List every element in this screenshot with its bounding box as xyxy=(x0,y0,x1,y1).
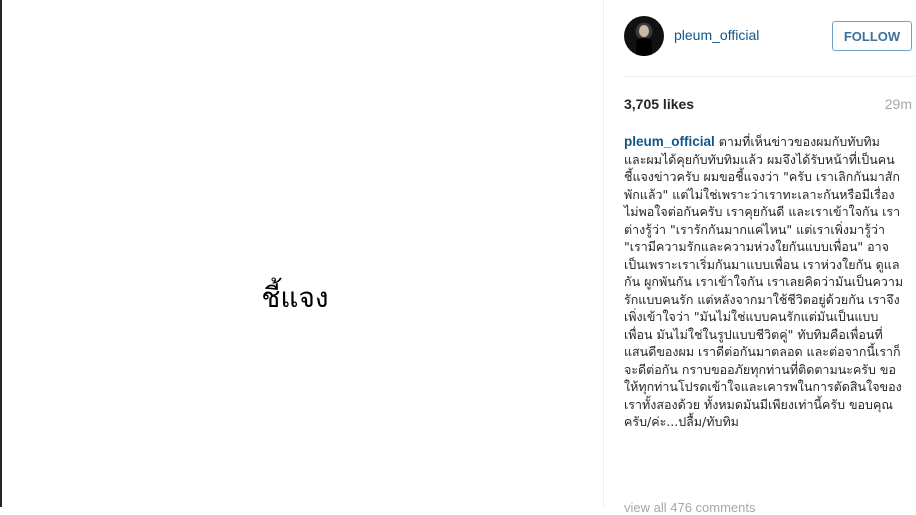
header-username[interactable]: pleum_official xyxy=(674,27,759,43)
avatar-body xyxy=(636,38,652,56)
post-sidebar: pleum_official FOLLOW 3,705 likes 29m pl… xyxy=(604,0,916,515)
likes-count[interactable]: 3,705 likes xyxy=(624,96,694,112)
avatar-face xyxy=(639,25,649,37)
post-time[interactable]: 29m xyxy=(885,96,912,112)
post-header: pleum_official FOLLOW xyxy=(604,0,916,76)
caption-text: ตามที่เห็นข่าวของผมกับทับทิม และผมได้คุย… xyxy=(624,134,904,429)
header-divider xyxy=(624,76,916,77)
caption-username[interactable]: pleum_official xyxy=(624,134,715,149)
follow-button[interactable]: FOLLOW xyxy=(832,21,912,51)
avatar[interactable] xyxy=(624,16,664,56)
photo-left-edge xyxy=(0,0,2,507)
photo-text: ชี้แจง xyxy=(261,281,329,314)
view-all-comments-link[interactable]: view all 476 comments xyxy=(624,500,756,515)
post-photo[interactable]: ชี้แจง xyxy=(0,0,604,507)
post-caption: pleum_official ตามที่เห็นข่าวของผมกับทับ… xyxy=(624,133,904,431)
